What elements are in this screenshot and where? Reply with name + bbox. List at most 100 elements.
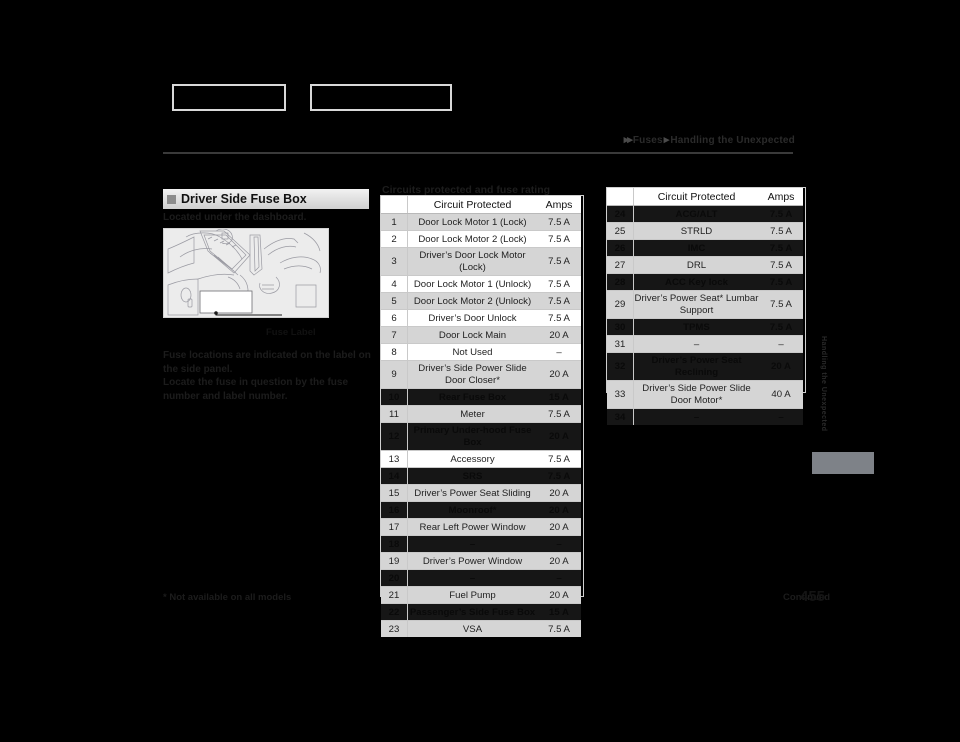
- circuit-protected: Not Used: [407, 343, 537, 361]
- circuit-protected: Driver’s Power Seat* Lumbar Support: [633, 290, 759, 319]
- fuse-number: 25: [607, 222, 634, 240]
- fuse-number: 24: [607, 205, 634, 223]
- circuit-protected: DRL: [633, 256, 759, 274]
- right-fuse-table: Circuit Protected Amps 24 ACG/ALT 7.5 A 25 STR…: [607, 188, 803, 425]
- amps-value: 20 A: [759, 352, 803, 381]
- circuit-protected: IMC: [633, 239, 759, 257]
- table-row: 3 Driver’s Door Lock Motor (Lock) 7.5 A: [381, 247, 581, 276]
- table-row: 34– –: [607, 408, 803, 425]
- square-bullet-icon: [167, 194, 176, 204]
- toolbar-box-left[interactable]: [172, 84, 286, 111]
- fuse-number: 27: [607, 256, 634, 274]
- amps-value: 7.5 A: [759, 256, 803, 274]
- column-header: Amps: [537, 196, 581, 214]
- circuit-protected: Door Lock Motor 1 (Unlock): [407, 275, 537, 293]
- fuse-number: 19: [381, 552, 408, 570]
- table-row: 23 VSA 7.5 A: [381, 620, 581, 637]
- amps-value: 20 A: [537, 484, 581, 502]
- circuit-protected: Driver’s Door Lock Motor (Lock): [407, 247, 537, 276]
- fuse-number: 28: [607, 273, 634, 291]
- fuse-number: 9: [381, 360, 408, 389]
- column-header: Circuit Protected: [633, 188, 759, 206]
- middle-fuse-table: Circuit Protected Amps 1 Door Lock Motor 1 …: [381, 196, 581, 637]
- fuse-number: 21: [381, 586, 408, 604]
- table-row: 33 Driver’s Side Power Slide Door Motor* 4…: [607, 380, 803, 409]
- amps-value: 7.5 A: [537, 405, 581, 423]
- amps-value: 7.5 A: [537, 247, 581, 276]
- table-row: 26 IMC 7.5 A: [607, 239, 803, 257]
- table-row: 13 Accessory 7.5 A: [381, 450, 581, 468]
- fuse-number: 20: [381, 569, 408, 587]
- right-table-body: Circuit Protected Amps 24 ACG/ALT 7.5 A 25 STR…: [607, 188, 803, 425]
- table-row: 28 ACC Key lock 7.5 A: [607, 273, 803, 291]
- circuit-protected: Door Lock Motor 2 (Unlock): [407, 292, 537, 310]
- amps-value: 7.5 A: [537, 620, 581, 637]
- fuse-number: 6: [381, 309, 408, 327]
- toolbar-box-right[interactable]: [310, 84, 452, 111]
- figure-callout-label: Fuse Label: [266, 327, 316, 338]
- fuse-number: 12: [381, 422, 408, 451]
- table-row: 15 Driver’s Power Seat Sliding 20 A: [381, 484, 581, 502]
- amps-value: 7.5 A: [537, 309, 581, 327]
- body-line-4: number and label number.: [163, 390, 288, 402]
- circuit-protected: Moonroof*: [407, 501, 537, 519]
- header-divider: [163, 152, 793, 154]
- fuse-number: 15: [381, 484, 408, 502]
- table-header-row: Circuit Protected Amps: [607, 188, 803, 206]
- circuit-protected: Primary Under-hood Fuse Box: [407, 422, 537, 451]
- illustration-linework: [164, 229, 328, 317]
- circuit-protected: Door Lock Main: [407, 326, 537, 344]
- manual-page: ▸▸ Fuses ▸ Handling the Unexpected Driver…: [0, 0, 960, 742]
- column-header: Amps: [759, 188, 803, 206]
- amps-value: 7.5 A: [759, 239, 803, 257]
- table-row: 2 Door Lock Motor 2 (Lock) 7.5 A: [381, 230, 581, 248]
- fuse-number: 14: [381, 467, 408, 485]
- fuse-number: 18: [381, 535, 408, 553]
- circuit-protected: STRLD: [633, 222, 759, 240]
- fuse-number: 2: [381, 230, 408, 248]
- breadcrumb-parent: Fuses: [632, 135, 663, 146]
- fuse-number: 17: [381, 518, 408, 536]
- amps-value: 7.5 A: [759, 290, 803, 319]
- circuit-protected: Meter: [407, 405, 537, 423]
- table-row: 30 TPMS 7.5 A: [607, 318, 803, 336]
- fuse-number: 8: [381, 343, 408, 361]
- table-row: 19 Driver’s Power Window 20 A: [381, 552, 581, 570]
- fuse-number: 1: [381, 213, 408, 231]
- chevron-right-icon: ▸▸: [623, 134, 633, 146]
- table-row: 31– –: [607, 335, 803, 353]
- body-text: Fuse locations are indicated on the labe…: [163, 350, 375, 404]
- amps-value: 20 A: [537, 586, 581, 604]
- circuit-protected: SRS: [407, 467, 537, 485]
- amps-value: 7.5 A: [537, 213, 581, 231]
- circuit-protected: TPMS: [633, 318, 759, 336]
- circuit-protected: –: [633, 408, 759, 425]
- table-row: 1 Door Lock Motor 1 (Lock) 7.5 A: [381, 213, 581, 231]
- amps-value: 7.5 A: [759, 205, 803, 223]
- body-line-1: Fuse locations are indicated on the labe…: [163, 350, 371, 361]
- section-heading: Driver Side Fuse Box: [163, 189, 369, 209]
- column-header: [381, 196, 408, 214]
- fuse-number: 16: [381, 501, 408, 519]
- fuse-number: 7: [381, 326, 408, 344]
- amps-value: 7.5 A: [759, 222, 803, 240]
- circuit-protected: Door Lock Motor 1 (Lock): [407, 213, 537, 231]
- circuit-protected: Passenger’s Side Fuse Box: [407, 603, 537, 621]
- fuse-number: 13: [381, 450, 408, 468]
- body-line-3: Locate the fuse in question by the fuse: [163, 377, 349, 388]
- circuit-protected: Driver’s Side Power Slide Door Motor*: [633, 380, 759, 409]
- table-row: 27 DRL 7.5 A: [607, 256, 803, 274]
- side-tab-chip[interactable]: [812, 452, 874, 474]
- footnote: * Not available on all models: [163, 592, 292, 603]
- circuit-protected: Accessory: [407, 450, 537, 468]
- amps-value: 15 A: [537, 388, 581, 406]
- circuit-protected: Fuel Pump: [407, 586, 537, 604]
- page-number: 455: [800, 588, 826, 605]
- table-row: 17 Rear Left Power Window 20 A: [381, 518, 581, 536]
- amps-value: 7.5 A: [537, 450, 581, 468]
- table-row: 6 Driver’s Door Unlock 7.5 A: [381, 309, 581, 327]
- circuit-protected: Driver’s Side Power Slide Door Closer*: [407, 360, 537, 389]
- fuse-number: 26: [607, 239, 634, 257]
- breadcrumb-current: Handling the Unexpected: [670, 135, 795, 146]
- section-heading-label: Driver Side Fuse Box: [181, 192, 307, 206]
